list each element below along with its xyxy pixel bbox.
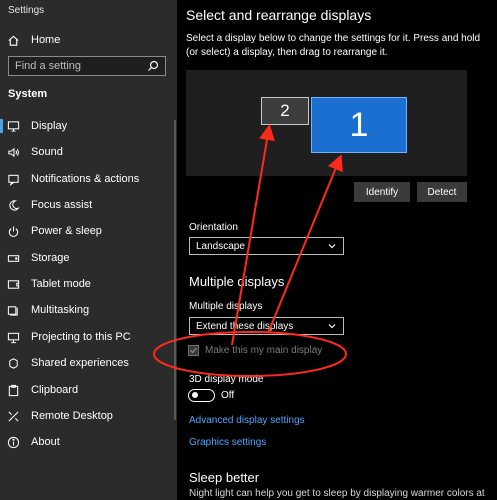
identify-button[interactable]: Identify bbox=[354, 182, 410, 202]
sidebar-item-focus-assist[interactable]: Focus assist bbox=[0, 193, 177, 217]
display-description: Select a display below to change the set… bbox=[186, 33, 481, 58]
sidebar-item-shared-experiences[interactable]: Shared experiences bbox=[0, 351, 177, 375]
sidebar-item-tablet-mode[interactable]: Tablet mode bbox=[0, 272, 177, 296]
monitor-1[interactable]: 1 bbox=[311, 97, 407, 153]
search-input[interactable]: Find a setting bbox=[8, 56, 166, 76]
main-display-label: Make this my main display bbox=[205, 345, 323, 356]
orientation-value: Landscape bbox=[196, 240, 245, 252]
monitor-2[interactable]: 2 bbox=[261, 97, 309, 125]
sidebar-item-label: Notifications & actions bbox=[31, 173, 140, 185]
search-placeholder: Find a setting bbox=[15, 60, 82, 72]
clipboard-icon bbox=[6, 383, 20, 397]
search-icon bbox=[148, 60, 159, 71]
sidebar-item-label: Focus assist bbox=[31, 199, 93, 211]
shared-icon bbox=[6, 356, 20, 370]
sidebar-item-label: Multitasking bbox=[31, 304, 90, 316]
orientation-label: Orientation bbox=[189, 222, 238, 233]
sidebar-item-label: Display bbox=[31, 120, 68, 132]
main-pane: Select and rearrange displays Select a d… bbox=[177, 0, 497, 500]
sleep-better-heading: Sleep better bbox=[189, 470, 260, 485]
projecting-icon bbox=[6, 330, 20, 344]
home-label: Home bbox=[31, 34, 61, 46]
home-icon bbox=[6, 33, 20, 47]
sidebar-item-label: Remote Desktop bbox=[31, 410, 113, 422]
home-nav[interactable]: Home bbox=[0, 28, 177, 52]
sidebar-item-multitasking[interactable]: Multitasking bbox=[0, 298, 177, 322]
speaker-icon bbox=[6, 145, 20, 159]
graphics-settings-link[interactable]: Graphics settings bbox=[189, 437, 266, 448]
notification-icon bbox=[6, 172, 20, 186]
advanced-display-settings-link[interactable]: Advanced display settings bbox=[189, 415, 305, 426]
remote-desktop-icon bbox=[6, 409, 20, 423]
multiple-displays-label: Multiple displays bbox=[189, 301, 263, 312]
main-display-checkbox-row[interactable]: Make this my main display bbox=[188, 345, 322, 356]
section-label: System bbox=[8, 88, 48, 100]
orientation-select[interactable]: Landscape bbox=[189, 237, 344, 255]
sidebar-item-label: Storage bbox=[31, 252, 70, 264]
tablet-icon bbox=[6, 277, 20, 291]
storage-icon bbox=[6, 251, 20, 265]
monitor-number: 1 bbox=[349, 105, 369, 144]
chevron-down-icon bbox=[328, 244, 336, 249]
multiple-displays-heading: Multiple displays bbox=[189, 274, 285, 289]
toggle-knob bbox=[192, 392, 198, 398]
moon-icon bbox=[6, 198, 20, 212]
multitasking-icon bbox=[6, 303, 20, 317]
main-display-checkbox[interactable] bbox=[188, 345, 199, 356]
display-arrangement-area[interactable]: 2 1 bbox=[186, 70, 467, 176]
multiple-displays-value: Extend these displays bbox=[196, 320, 294, 332]
sidebar: Settings Home Find a setting System Disp… bbox=[0, 0, 177, 500]
sidebar-item-about[interactable]: About bbox=[0, 430, 177, 454]
monitor-icon bbox=[6, 119, 20, 133]
sidebar-item-label: Projecting to this PC bbox=[31, 331, 131, 343]
checkmark-icon bbox=[190, 347, 197, 354]
3d-display-label: 3D display mode bbox=[189, 374, 264, 385]
sidebar-item-display[interactable]: Display bbox=[0, 114, 177, 138]
info-icon bbox=[6, 435, 20, 449]
sidebar-item-label: Shared experiences bbox=[31, 357, 129, 369]
sidebar-item-label: Tablet mode bbox=[31, 278, 91, 290]
sidebar-item-notifications[interactable]: Notifications & actions bbox=[0, 167, 177, 191]
detect-button[interactable]: Detect bbox=[417, 182, 467, 202]
app-title: Settings bbox=[8, 5, 45, 16]
multiple-displays-select[interactable]: Extend these displays bbox=[189, 317, 344, 335]
monitor-number: 2 bbox=[280, 101, 290, 120]
sidebar-item-label: Power & sleep bbox=[31, 225, 102, 237]
sidebar-item-power-sleep[interactable]: Power & sleep bbox=[0, 219, 177, 243]
3d-display-toggle[interactable] bbox=[188, 389, 215, 402]
night-light-text: Night light can help you get to sleep by… bbox=[189, 488, 485, 499]
sidebar-item-label: Clipboard bbox=[31, 384, 79, 396]
sidebar-item-projecting[interactable]: Projecting to this PC bbox=[0, 325, 177, 349]
3d-display-state: Off bbox=[221, 390, 235, 401]
sidebar-item-label: About bbox=[31, 436, 60, 448]
sidebar-item-remote-desktop[interactable]: Remote Desktop bbox=[0, 404, 177, 428]
sidebar-scrollbar[interactable] bbox=[174, 120, 176, 420]
sidebar-item-clipboard[interactable]: Clipboard bbox=[0, 378, 177, 402]
chevron-down-icon bbox=[328, 324, 336, 329]
sidebar-item-storage[interactable]: Storage bbox=[0, 246, 177, 270]
power-icon bbox=[6, 224, 20, 238]
sidebar-item-sound[interactable]: Sound bbox=[0, 140, 177, 164]
sidebar-item-label: Sound bbox=[31, 146, 63, 158]
page-title: Select and rearrange displays bbox=[186, 7, 372, 23]
